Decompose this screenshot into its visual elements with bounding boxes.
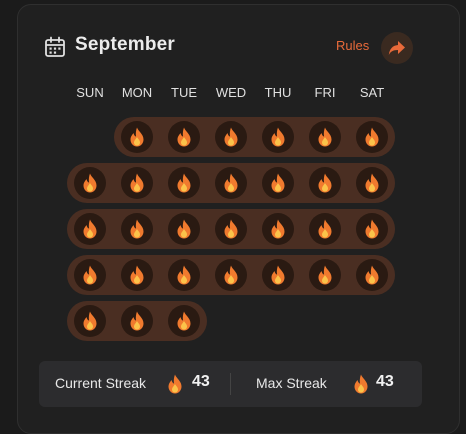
streak-day[interactable] <box>121 167 153 199</box>
streak-day[interactable] <box>356 213 388 245</box>
weekday-tue: TUE <box>171 85 197 100</box>
weekday-thu: THU <box>264 85 292 100</box>
streak-day[interactable] <box>309 259 341 291</box>
streak-day[interactable] <box>356 167 388 199</box>
flame-icon <box>271 265 285 285</box>
share-button[interactable] <box>381 32 413 64</box>
streak-day[interactable] <box>74 167 106 199</box>
weekday-sun: SUN <box>76 85 104 100</box>
flame-icon <box>224 173 238 193</box>
weekday-fri: FRI <box>314 85 336 100</box>
streak-day[interactable] <box>168 259 200 291</box>
rules-link[interactable]: Rules <box>336 38 369 53</box>
weekday-header-row: SUN MON TUE WED THU FRI SAT <box>66 85 396 103</box>
streak-day[interactable] <box>215 259 247 291</box>
calendar-header: September Rules <box>44 32 414 64</box>
streak-day[interactable] <box>168 167 200 199</box>
flame-icon <box>177 311 191 331</box>
weekday-mon: MON <box>121 85 153 100</box>
streak-day[interactable] <box>121 213 153 245</box>
current-streak-label: Current Streak <box>55 375 147 391</box>
current-streak-value: 43 <box>192 373 210 390</box>
streak-day[interactable] <box>168 305 200 337</box>
streak-day[interactable] <box>215 167 247 199</box>
flame-icon <box>130 219 144 239</box>
flame-icon <box>318 219 332 239</box>
flame-icon <box>224 127 238 147</box>
streak-day[interactable] <box>168 213 200 245</box>
streak-day[interactable] <box>121 259 153 291</box>
flame-icon <box>224 219 238 239</box>
flame-icon <box>354 374 368 394</box>
weekday-sat: SAT <box>359 85 385 100</box>
streak-day[interactable] <box>309 213 341 245</box>
flame-icon <box>130 127 144 147</box>
streak-day[interactable] <box>74 259 106 291</box>
flame-icon <box>168 374 182 394</box>
streak-day[interactable] <box>168 121 200 153</box>
max-streak-label: Max Streak <box>256 375 327 391</box>
streak-day[interactable] <box>215 121 247 153</box>
flame-icon <box>224 265 238 285</box>
flame-icon <box>318 127 332 147</box>
flame-icon <box>177 173 191 193</box>
flame-icon <box>318 265 332 285</box>
streak-day[interactable] <box>215 213 247 245</box>
month-title: September <box>75 34 176 55</box>
flame-icon <box>130 311 144 331</box>
flame-icon <box>83 265 97 285</box>
flame-icon <box>177 219 191 239</box>
flame-icon <box>177 127 191 147</box>
streak-day[interactable] <box>121 121 153 153</box>
flame-icon <box>83 311 97 331</box>
week-row <box>114 117 395 157</box>
flame-icon <box>365 219 379 239</box>
stats-divider <box>230 373 231 395</box>
streak-day[interactable] <box>309 121 341 153</box>
streak-day[interactable] <box>74 305 106 337</box>
max-streak-value: 43 <box>376 373 394 390</box>
streak-day[interactable] <box>356 259 388 291</box>
share-arrow-icon <box>388 41 405 55</box>
streak-day[interactable] <box>262 213 294 245</box>
flame-icon <box>318 173 332 193</box>
flame-icon <box>177 265 191 285</box>
flame-icon <box>83 173 97 193</box>
flame-icon <box>130 265 144 285</box>
flame-icon <box>365 265 379 285</box>
streak-stats-bar: Current Streak 43 Max Streak 43 <box>39 361 422 407</box>
streak-day[interactable] <box>262 167 294 199</box>
flame-icon <box>130 173 144 193</box>
streak-day[interactable] <box>309 167 341 199</box>
streak-day[interactable] <box>262 121 294 153</box>
flame-icon <box>365 173 379 193</box>
calendar-icon <box>45 36 65 57</box>
streak-day[interactable] <box>262 259 294 291</box>
flame-icon <box>271 219 285 239</box>
streak-day[interactable] <box>121 305 153 337</box>
streak-day[interactable] <box>74 213 106 245</box>
weekday-wed: WED <box>215 85 247 100</box>
flame-icon <box>271 173 285 193</box>
flame-icon <box>83 219 97 239</box>
flame-icon <box>365 127 379 147</box>
streak-day[interactable] <box>356 121 388 153</box>
flame-icon <box>271 127 285 147</box>
